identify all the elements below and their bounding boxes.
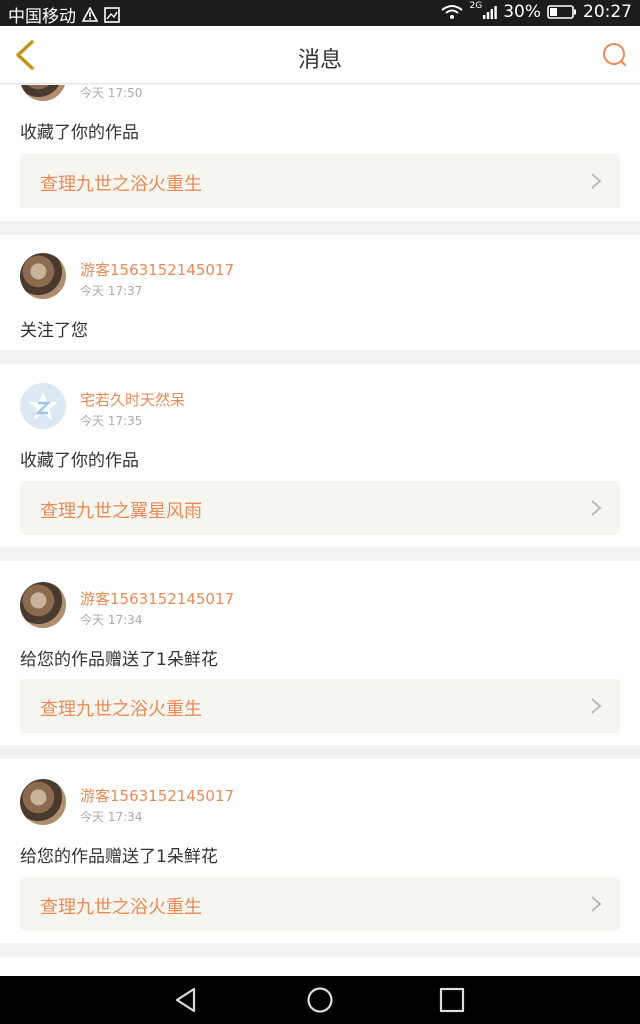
message-list[interactable]: 今天 17:50 收藏了你的作品 查理九世之浴火重生 游客15631521450… [0, 85, 640, 976]
message-username[interactable]: 游客1563152145017 [80, 588, 234, 609]
work-link[interactable]: 查理九世之翼星风雨 [20, 481, 620, 535]
work-title: 查理九世之浴火重生 [40, 699, 202, 720]
chevron-right-icon [591, 896, 602, 912]
home-circle-icon [307, 987, 333, 1013]
message-card [0, 957, 640, 976]
message-card: 游客1563152145017 今天 17:34 给您的作品赠送了1朵鲜花 查理… [0, 759, 640, 943]
message-card: 游客1563152145017 今天 17:37 关注了您 [0, 235, 640, 350]
recents-square-icon [439, 987, 465, 1013]
avatar[interactable] [20, 85, 66, 101]
nav-home-button[interactable] [306, 986, 334, 1014]
message-action: 关注了您 [20, 321, 88, 341]
avatar[interactable] [20, 383, 66, 429]
message-username[interactable]: 游客1563152145017 [80, 785, 234, 806]
nav-back-button[interactable] [172, 986, 200, 1014]
clock: 20:27 [583, 2, 632, 22]
status-bar: 中国移动 2G 30% 20:27 [0, 0, 640, 27]
message-action: 收藏了你的作品 [20, 451, 139, 471]
chevron-right-icon [591, 173, 602, 189]
message-time: 今天 17:50 [80, 86, 143, 100]
chevron-right-icon [591, 500, 602, 516]
work-link[interactable]: 查理九世之浴火重生 [20, 154, 620, 208]
wifi-icon [440, 4, 464, 20]
avatar[interactable] [20, 253, 66, 299]
page-title: 消息 [297, 48, 342, 73]
message-time: 今天 17:34 [80, 613, 143, 627]
default-avatar-icon [28, 392, 58, 420]
message-time: 今天 17:35 [80, 414, 143, 428]
message-action: 给您的作品赠送了1朵鲜花 [20, 847, 218, 867]
message-card: 今天 17:50 收藏了你的作品 查理九世之浴火重生 [0, 85, 640, 221]
network-type-label: 2G [469, 1, 483, 11]
message-time: 今天 17:34 [80, 810, 143, 824]
search-icon [603, 43, 626, 66]
back-triangle-icon [175, 987, 196, 1013]
battery-percent: 30% [503, 2, 541, 22]
warning-icon [82, 7, 98, 22]
work-link[interactable]: 查理九世之浴火重生 [20, 679, 620, 733]
nav-recents-button[interactable] [438, 986, 466, 1014]
message-card: 游客1563152145017 今天 17:34 给您的作品赠送了1朵鲜花 查理… [0, 561, 640, 745]
work-link[interactable]: 查理九世之浴火重生 [20, 877, 620, 931]
search-button[interactable] [600, 40, 630, 70]
avatar[interactable] [20, 582, 66, 628]
work-title: 查理九世之浴火重生 [40, 174, 202, 195]
header-bar: 消息 [0, 26, 640, 84]
message-time: 今天 17:37 [80, 284, 143, 298]
chevron-right-icon [591, 698, 602, 714]
signal-icon: 2G [470, 1, 498, 19]
message-action: 收藏了你的作品 [20, 123, 139, 143]
carrier-label: 中国移动 [8, 7, 76, 27]
avatar[interactable] [20, 779, 66, 825]
battery-icon [547, 4, 577, 20]
message-action: 给您的作品赠送了1朵鲜花 [20, 650, 218, 670]
work-title: 查理九世之浴火重生 [40, 897, 202, 918]
work-title: 查理九世之翼星风雨 [40, 501, 202, 522]
message-card: 宅若久时天然呆 今天 17:35 收藏了你的作品 查理九世之翼星风雨 [0, 364, 640, 547]
system-nav-bar [0, 976, 640, 1024]
image-icon [104, 6, 120, 23]
message-username[interactable]: 游客1563152145017 [80, 259, 234, 280]
message-username[interactable]: 宅若久时天然呆 [80, 389, 185, 410]
